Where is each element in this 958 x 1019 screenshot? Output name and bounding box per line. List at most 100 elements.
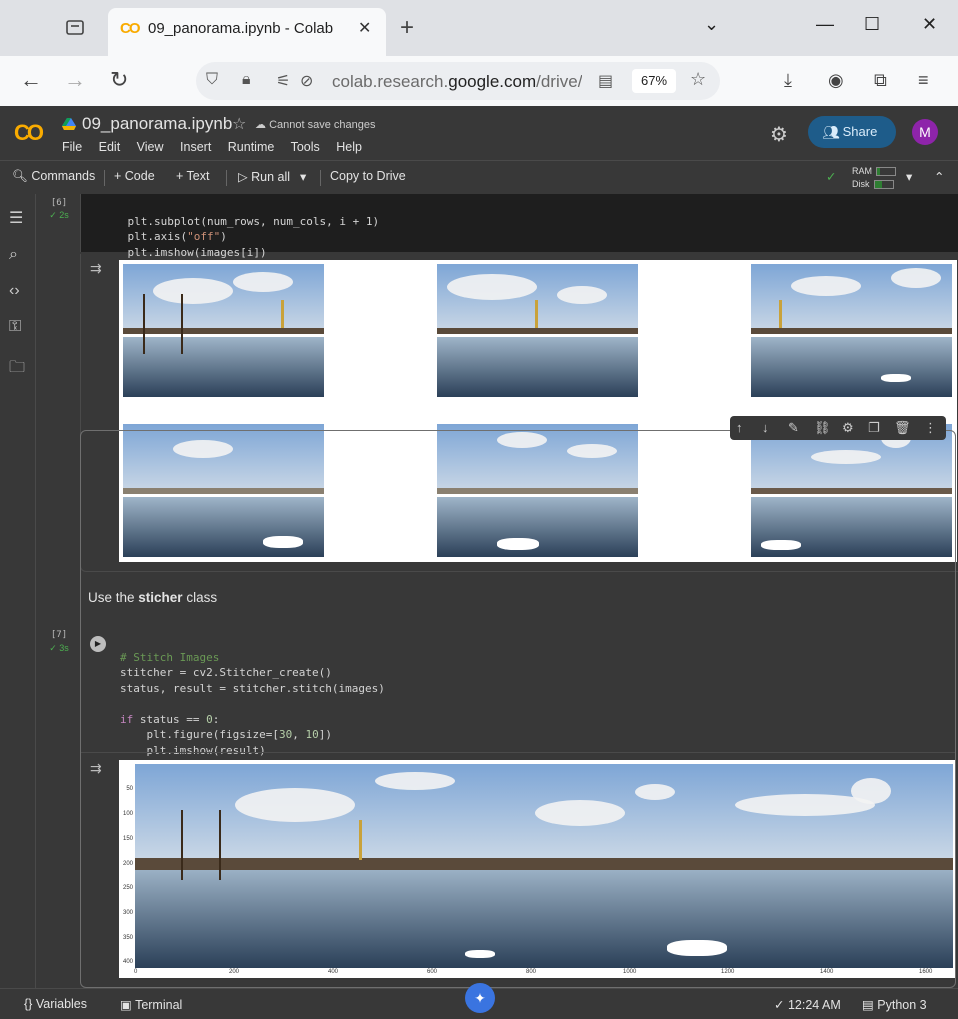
copy-to-drive-button[interactable]: Copy to Drive (330, 169, 406, 183)
extensions-icon[interactable]: ⧉ (874, 68, 887, 92)
more-options-icon[interactable]: ⋮ (924, 420, 937, 436)
files-folder-icon[interactable]: 🗀 (9, 356, 25, 383)
left-sidebar: ☰ ⌕ ‹› ⚿ 🗀 (0, 194, 36, 988)
menu-runtime[interactable]: Runtime (228, 140, 275, 154)
add-text-button[interactable]: + Text (176, 169, 209, 183)
zoom-level-badge[interactable]: 67% (632, 69, 676, 93)
tab-list-chevron-icon[interactable]: ⌄ (704, 14, 719, 35)
minimize-icon[interactable]: — (816, 14, 834, 35)
link-icon[interactable]: ⛓ (814, 420, 831, 436)
table-of-contents-icon[interactable]: ☰ (9, 208, 23, 228)
maximize-icon[interactable]: ☐ (864, 14, 880, 35)
share-button[interactable]: 👥︎ Share (808, 116, 896, 148)
browser-tab-bar: CO 09_panorama.ipynb - Colab ✕ + ⌄ — ☐ ✕ (0, 0, 958, 56)
avatar[interactable]: M (912, 119, 938, 145)
reload-icon[interactable]: ↻ (110, 68, 128, 92)
stitched-panorama-image (135, 764, 953, 968)
menu-view[interactable]: View (137, 140, 164, 154)
lock-icon[interactable]: 🔒︎ (242, 71, 251, 89)
colab-logo[interactable]: CO (14, 120, 44, 146)
output-actions-icon[interactable]: ⇉ (90, 260, 102, 277)
move-down-icon[interactable]: ↓ (762, 420, 769, 435)
menu-tools[interactable]: Tools (291, 140, 320, 154)
code-snippets-icon[interactable]: ‹› (9, 282, 20, 300)
resource-monitor[interactable]: RAM Disk (852, 165, 896, 191)
terminal-button[interactable]: ▣ Terminal (120, 997, 182, 1012)
star-icon[interactable]: ☆ (232, 114, 246, 134)
tab-title: 09_panorama.ipynb - Colab (148, 20, 334, 37)
browser-tab-active[interactable]: CO 09_panorama.ipynb - Colab ✕ (108, 8, 386, 56)
code-line: status, result = stitcher.stitch(images) (120, 681, 385, 695)
address-bar[interactable]: ⛉ 🔒︎ ⚟ ⊘ colab.research.google.com/drive… (196, 62, 720, 100)
delete-icon[interactable]: 🗑︎ (894, 420, 911, 436)
cell-7-code[interactable]: # Stitch Images stitcher = cv2.Stitcher_… (120, 634, 385, 758)
toolbar-divider (320, 170, 321, 186)
run-cell-button[interactable]: ▶ (90, 636, 106, 652)
terminal-icon: ▣ (120, 998, 136, 1012)
gemini-sparkle-icon[interactable]: ✦ (465, 983, 495, 1013)
settings-gear-icon[interactable]: ⚙ (770, 122, 788, 147)
shield-icon[interactable]: ⛉ (206, 71, 218, 89)
permissions-icon[interactable]: ⚟ (276, 71, 290, 91)
resource-dropdown-icon[interactable]: ▾ (906, 169, 912, 184)
new-tab-icon[interactable]: + (400, 14, 414, 42)
mirror-cell-icon[interactable]: ❐ (868, 420, 880, 436)
menu-bar: File Edit View Insert Runtime Tools Help (62, 140, 375, 154)
commands-button[interactable]: 🔍︎ Commands (12, 169, 95, 184)
forward-icon[interactable]: → (64, 68, 86, 92)
y-tick-label: 300 (122, 910, 133, 916)
code-line: if status == 0: (120, 712, 220, 726)
check-icon: ✓ (774, 998, 788, 1012)
url-text[interactable]: colab.research.google.com/drive/ (332, 72, 582, 92)
y-tick-label: 100 (122, 811, 133, 817)
collapse-header-icon[interactable]: ⌃ (934, 169, 944, 184)
run-all-button[interactable]: ▷ Run all (238, 169, 290, 184)
code-output-divider (81, 752, 955, 753)
output-actions-icon[interactable]: ⇉ (90, 760, 102, 777)
plus-icon: + (176, 169, 187, 183)
camera-blocked-icon[interactable]: ⊘ (300, 71, 313, 91)
add-code-button[interactable]: + Code (114, 169, 155, 183)
google-drive-icon (62, 118, 76, 130)
menu-icon[interactable]: ≡ (918, 68, 929, 92)
find-replace-icon[interactable]: ⌕ (9, 246, 18, 264)
tab-search-icon[interactable] (62, 16, 90, 40)
menu-help[interactable]: Help (336, 140, 362, 154)
window-close-icon[interactable]: ✕ (922, 14, 937, 35)
menu-file[interactable]: File (62, 140, 82, 154)
search-icon: 🔍︎ (12, 169, 32, 183)
panorama-input-image-3 (751, 264, 952, 397)
notebook-title[interactable]: 09_panorama.ipynb (82, 114, 232, 134)
people-icon: 👥︎ (822, 124, 840, 140)
edit-magic-icon[interactable]: ✎ (788, 420, 799, 436)
panorama-input-image-1 (123, 264, 324, 397)
back-icon[interactable]: ← (20, 68, 42, 92)
code-line: stitcher = cv2.Stitcher_create() (120, 666, 332, 679)
stitched-panorama-figure: 50 100 150 200 250 300 350 400 0 200 400… (119, 760, 955, 978)
bookmark-star-icon[interactable]: ☆ (690, 69, 706, 90)
run-all-dropdown-icon[interactable]: ▾ (300, 169, 306, 184)
y-tick-label: 400 (122, 959, 133, 965)
tab-close-icon[interactable]: ✕ (358, 18, 371, 38)
x-tick-label: 800 (526, 969, 537, 975)
cell-execution-count: [6] (50, 198, 68, 208)
code-comment: # Stitch Images (120, 650, 220, 664)
variables-button[interactable]: {} Variables (24, 997, 87, 1011)
runtime-type[interactable]: ▤ Python 3 (862, 997, 927, 1012)
toolbar-divider (226, 170, 227, 186)
menu-insert[interactable]: Insert (180, 140, 211, 154)
secrets-key-icon[interactable]: ⚿ (9, 318, 21, 336)
menu-edit[interactable]: Edit (99, 140, 121, 154)
last-run-status[interactable]: ✓ 12:24 AM (774, 997, 841, 1012)
code-cell-6[interactable]: plt.subplot(num_rows, num_cols, i + 1) p… (80, 194, 958, 259)
server-icon: ▤ (862, 998, 878, 1012)
cell-settings-icon[interactable]: ⚙ (842, 420, 854, 436)
y-tick-label: 200 (122, 861, 133, 867)
move-up-icon[interactable]: ↑ (736, 420, 743, 435)
colab-header: CO 09_panorama.ipynb ☆ ☁︎ Cannot save ch… (0, 106, 958, 160)
y-tick-label: 150 (122, 836, 133, 842)
account-icon[interactable]: ◉ (828, 68, 844, 92)
reader-view-icon[interactable]: ▤ (598, 71, 613, 91)
x-tick-label: 1000 (623, 969, 637, 975)
downloads-icon[interactable]: ⤓ (784, 68, 792, 92)
